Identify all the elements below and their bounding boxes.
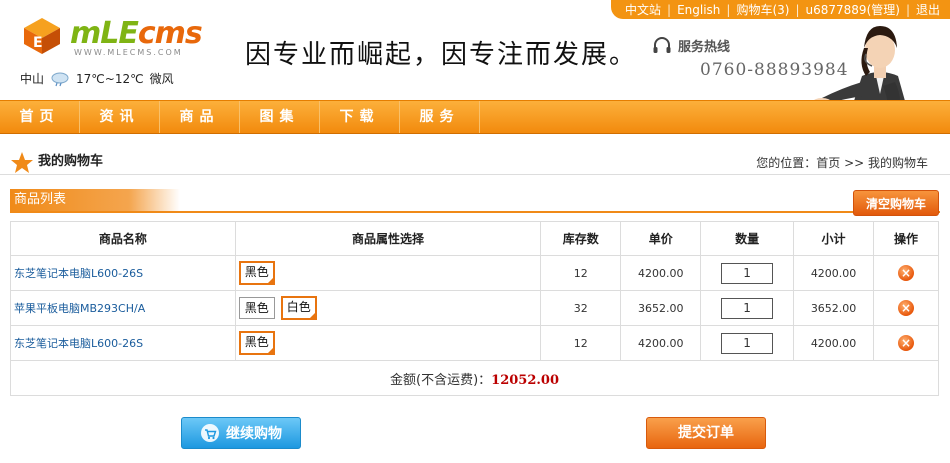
price-cell: 4200.00 — [620, 255, 702, 291]
main-nav: 首页 资讯 商品 图集 下载 服务 — [0, 100, 950, 134]
column-header: 操作 — [873, 221, 939, 256]
nav-item-services[interactable]: 服务 — [400, 101, 480, 133]
action-cell: × — [873, 290, 939, 326]
topbar-link-cart[interactable]: 购物车(3) — [736, 1, 789, 18]
table-header-row: 商品名称 商品属性选择 库存数 单价 数量 小计 操作 — [10, 221, 939, 256]
cloud-rain-icon — [51, 72, 69, 86]
continue-shopping-label: 继续购物 — [226, 426, 282, 442]
page-title: 我的购物车 — [38, 154, 104, 169]
action-cell: × — [873, 325, 939, 361]
nav-item-products[interactable]: 商品 — [160, 101, 240, 133]
delete-icon[interactable]: × — [898, 335, 915, 351]
section-title-product-list: 商品列表 — [10, 189, 180, 211]
subtotal-cell: 4200.00 — [793, 325, 875, 361]
product-name-link[interactable]: 东芝笔记本电脑L600-26S — [10, 325, 236, 361]
delete-icon[interactable]: × — [898, 300, 915, 316]
hotline-label-text: 服务热线 — [678, 40, 731, 55]
continue-shopping-button[interactable]: 继续购物 — [181, 417, 301, 449]
total-row: 金额(不含运费)：12052.00 — [10, 360, 939, 396]
quantity-input[interactable]: 1 — [721, 332, 774, 354]
stock-cell: 32 — [540, 290, 622, 326]
column-header: 商品名称 — [10, 221, 236, 256]
page-title-bar: 我的购物车 您的位置：首页 >> 我的购物车 — [0, 146, 950, 175]
topbar-link-logout[interactable]: 退出 — [916, 1, 940, 18]
star-icon — [11, 152, 33, 173]
hotline-label: 服务热线 — [652, 36, 730, 55]
topbar-separator: | — [905, 2, 910, 17]
column-header: 小计 — [793, 221, 875, 256]
logo-wordmark: mLEcms — [70, 16, 203, 51]
topbar-separator: | — [795, 2, 800, 17]
section-divider — [10, 211, 940, 213]
quantity-cell: 1 — [700, 290, 795, 326]
table-row: 苹果平板电脑MB293CH/A 黑色 白色 32 3652.00 1 3652.… — [10, 290, 939, 326]
topbar-link-english[interactable]: English — [677, 3, 720, 17]
price-cell: 3652.00 — [620, 290, 702, 326]
column-header: 库存数 — [540, 221, 622, 256]
quantity-input[interactable]: 1 — [721, 297, 774, 319]
attribute-chip-selected[interactable]: 黑色 — [238, 261, 275, 285]
delete-icon[interactable]: × — [898, 265, 915, 281]
submit-order-button[interactable]: 提交订单 — [646, 417, 766, 449]
product-name-link[interactable]: 苹果平板电脑MB293CH/A — [10, 290, 236, 326]
svg-text:E: E — [33, 35, 43, 51]
nav-item-news[interactable]: 资讯 — [80, 101, 160, 133]
product-name-link[interactable]: 东芝笔记本电脑L600-26S — [10, 255, 236, 291]
clear-cart-button[interactable]: 清空购物车 — [853, 190, 939, 216]
stock-cell: 12 — [540, 255, 622, 291]
attribute-chip[interactable]: 黑色 — [238, 297, 275, 319]
table-row: 东芝笔记本电脑L600-26S 黑色 12 4200.00 1 4200.00 … — [10, 325, 939, 361]
column-header: 数量 — [700, 221, 795, 256]
cart-icon — [201, 424, 219, 442]
table-row: 东芝笔记本电脑L600-26S 黑色 12 4200.00 1 4200.00 … — [10, 255, 939, 291]
site-slogan: 因专业而崛起，因专注而发展。 — [245, 40, 638, 70]
subtotal-cell: 3652.00 — [793, 290, 875, 326]
column-header: 单价 — [620, 221, 702, 256]
price-cell: 4200.00 — [620, 325, 702, 361]
total-label: 金额(不含运费)： — [390, 372, 492, 388]
logo-cube-icon: E — [24, 18, 60, 54]
site-logo[interactable]: E mLEcms WWW.MLECMS.COM — [18, 14, 203, 58]
total-cell: 金额(不含运费)：12052.00 — [10, 360, 939, 396]
column-header: 商品属性选择 — [234, 221, 542, 256]
nav-item-gallery[interactable]: 图集 — [240, 101, 320, 133]
cart-table: 商品名称 商品属性选择 库存数 单价 数量 小计 操作 东芝笔记本电脑L600-… — [10, 221, 939, 396]
attribute-chip-selected[interactable]: 白色 — [280, 296, 317, 320]
weather-city: 中山 — [20, 72, 45, 86]
headset-icon — [653, 36, 671, 53]
topbar-link-chinese[interactable]: 中文站 — [625, 1, 661, 18]
action-cell: × — [873, 255, 939, 291]
topbar-link-user[interactable]: u6877889(管理) — [806, 1, 900, 18]
attribute-chip-selected[interactable]: 黑色 — [238, 331, 275, 355]
attribute-cell: 黑色 白色 — [234, 290, 542, 326]
weather-widget: 中山 17℃~12℃ 微风 — [20, 70, 174, 87]
logo-subtitle: WWW.MLECMS.COM — [74, 48, 183, 57]
topbar-separator: | — [726, 2, 731, 17]
weather-temperature: 17℃~12℃ — [76, 71, 144, 86]
quantity-cell: 1 — [700, 255, 795, 291]
total-amount: 12052.00 — [491, 372, 559, 388]
breadcrumb: 您的位置：首页 >> 我的购物车 — [756, 156, 928, 170]
subtotal-cell: 4200.00 — [793, 255, 875, 291]
nav-item-downloads[interactable]: 下载 — [320, 101, 400, 133]
weather-wind: 微风 — [149, 72, 174, 86]
attribute-cell: 黑色 — [234, 325, 542, 361]
quantity-input[interactable]: 1 — [721, 262, 774, 284]
stock-cell: 12 — [540, 325, 622, 361]
quantity-cell: 1 — [700, 325, 795, 361]
attribute-cell: 黑色 — [234, 255, 542, 291]
nav-item-home[interactable]: 首页 — [0, 101, 80, 133]
top-utility-bar: 中文站 | English | 购物车(3) | u6877889(管理) | … — [611, 0, 950, 19]
topbar-separator: | — [667, 2, 672, 17]
